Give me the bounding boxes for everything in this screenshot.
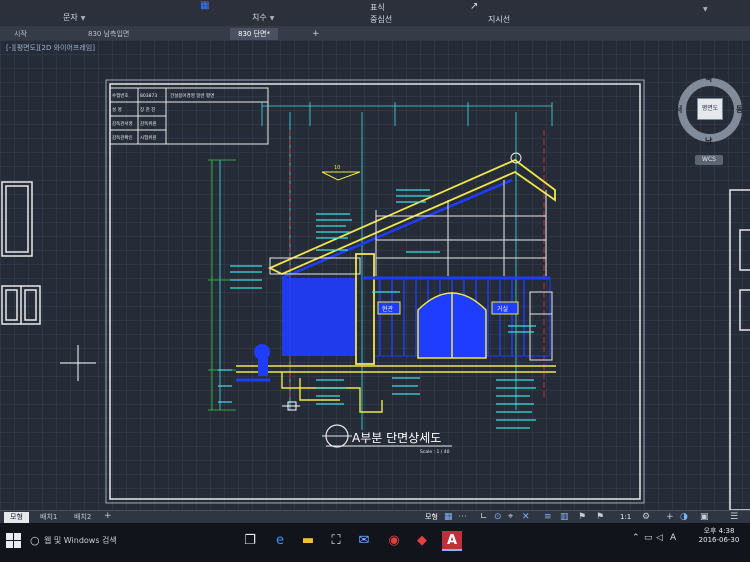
shrub	[254, 344, 270, 376]
ribbon-leader-button[interactable]: 지시선	[488, 14, 510, 25]
document-tab-bar: 시작 830 남측입면 830 단면* +	[0, 26, 750, 40]
new-tab-button[interactable]: +	[312, 28, 320, 40]
annotation-scale-icon[interactable]: ⚑	[596, 511, 604, 523]
edge-browser-icon[interactable]: e	[270, 531, 290, 551]
drawing-sheet: 수험번호 803873 건설용어경영 일반 평면 성 명 장 한 진 감독관서명…	[1, 79, 750, 510]
annotation-visibility-icon[interactable]: ⚑	[578, 511, 586, 523]
ribbon-expand-button[interactable]: ▼	[700, 4, 708, 13]
arched-window	[417, 292, 487, 359]
autocad-window: 문자 ▼ 치수 ▼ 표식 중심선 지시선 ▦ ↗ ▼ 시작 830 남측입면 830…	[0, 0, 750, 562]
add-layout-button[interactable]: +	[104, 511, 112, 521]
title-cell: 장 한 진	[140, 106, 155, 113]
ribbon-dimension-button[interactable]: 치수 ▼	[252, 12, 274, 23]
ribbon-centerline-button[interactable]: 중심선	[370, 14, 392, 25]
drawing-viewport[interactable]: [-][평면도][2D 와이어프레임] 수험번호 803873 건설용어경영 일…	[0, 40, 750, 548]
transparency-icon[interactable]: ▥	[560, 511, 569, 523]
fullscreen-icon[interactable]: ▣	[700, 511, 709, 523]
compass-south[interactable]: 남	[705, 136, 712, 147]
ribbon-text-button[interactable]: 문자 ▼	[63, 12, 85, 23]
file-explorer-icon[interactable]: ▬	[298, 531, 318, 551]
osnap-icon[interactable]: ⌖	[508, 511, 513, 523]
title-cell: 감독위원	[140, 120, 157, 127]
snap-icon[interactable]: ⋯	[458, 511, 467, 523]
ortho-icon[interactable]: ∟	[480, 511, 488, 523]
svg-text:10: 10	[334, 165, 340, 171]
window-block	[1, 285, 41, 325]
tab-model[interactable]: 모형	[4, 512, 29, 523]
annotation-scale[interactable]: 1:1	[620, 512, 631, 523]
network-icon[interactable]: ▭	[644, 533, 653, 543]
taskbar-search-box[interactable]: 웹 및 Windows 검색	[44, 535, 117, 546]
chevron-down-icon: ▼	[703, 6, 708, 13]
viewcube[interactable]: 평면도 북 남 동 서 WCS	[675, 73, 745, 165]
polar-icon[interactable]: ⊙	[494, 511, 502, 523]
windows-taskbar: ○ 웹 및 Windows 검색 ❐ e ▬ ⛶ ✉ ◉ ◆ A ⌃ ▭ ◁ A…	[0, 523, 750, 562]
left-dimension-lines	[208, 159, 236, 411]
plus-icon[interactable]: +	[666, 511, 674, 523]
section-scale-text: Scale : 1 / 40	[420, 449, 450, 455]
ribbon-leader-icon[interactable]: ↗	[470, 1, 478, 12]
clock-date: 2016-06-30	[698, 536, 740, 544]
title-cell: 803873	[140, 93, 157, 99]
chevron-down-icon: ▼	[80, 15, 86, 22]
clock-time: 오후 4:38	[703, 527, 735, 535]
otrack-icon[interactable]: ✕	[522, 511, 530, 523]
section-title: A부분 단면상세도 Scale : 1 / 40	[322, 424, 452, 455]
tab-layout2[interactable]: 배치2	[68, 512, 97, 523]
foundation	[236, 365, 556, 413]
compass-east[interactable]: 동	[736, 104, 743, 115]
store-icon[interactable]: ⛶	[326, 531, 346, 551]
isolate-icon[interactable]: ◑	[680, 511, 688, 523]
windows-start-button[interactable]	[6, 533, 22, 549]
ribbon-mark-button[interactable]: 표식	[370, 2, 385, 13]
title-cell: 시험위원	[140, 134, 157, 141]
viewcube-face[interactable]: 평면도	[697, 98, 723, 120]
wcs-menu-button[interactable]: WCS	[695, 155, 723, 165]
section-title-text: A부분 단면상세도	[352, 431, 441, 445]
volume-icon[interactable]: ◁	[656, 533, 663, 543]
title-cell: 수험번호	[112, 92, 129, 99]
model-space-toggle[interactable]: 모형	[425, 512, 438, 523]
gear-icon[interactable]: ⚙	[642, 511, 650, 523]
customize-icon[interactable]: ☰	[730, 511, 738, 523]
chrome-icon[interactable]: ◉	[384, 531, 404, 551]
right-block	[729, 189, 750, 510]
title-cell: 감독관서명	[112, 120, 133, 127]
title-cell: 건설용어경영 일반 평면	[170, 92, 214, 99]
tab-layout1[interactable]: 배치1	[34, 512, 63, 523]
selection-grip	[282, 401, 300, 411]
chevron-up-icon[interactable]: ⌃	[632, 533, 640, 543]
task-view-icon[interactable]: ❐	[240, 531, 260, 551]
tab-section[interactable]: 830 단면*	[230, 28, 278, 40]
compass-west[interactable]: 서	[675, 104, 682, 115]
ime-indicator[interactable]: A	[670, 533, 676, 543]
title-cell: 성 명	[112, 106, 122, 113]
search-icon[interactable]: ○	[30, 534, 40, 547]
autocad-app-icon[interactable]: ◆	[412, 531, 432, 551]
room-label-entrance: 현관	[382, 305, 394, 313]
tab-start[interactable]: 시작	[6, 28, 35, 40]
tab-south-elevation[interactable]: 830 남측입면	[80, 28, 137, 40]
grid-icon[interactable]: ▦	[444, 511, 453, 523]
center-lines	[289, 130, 545, 400]
dimension-lines	[261, 102, 553, 430]
room-label-living: 거실	[497, 305, 508, 313]
compass-north[interactable]: 북	[705, 73, 712, 84]
title-cell: 감독관확인	[112, 134, 133, 141]
door-block	[1, 181, 33, 257]
status-bar: 모형 배치1 배치2 + 모형 ▦ ⋯ ∟ ⊙ ⌖ ✕ ≡ ▥ ⚑ ⚑ 1:1 …	[0, 510, 750, 523]
level-marker: 10	[321, 165, 361, 181]
lineweight-icon[interactable]: ≡	[544, 511, 552, 523]
mail-icon[interactable]: ✉	[354, 531, 374, 551]
chevron-down-icon: ▼	[269, 15, 275, 22]
autocad-active-icon[interactable]: A	[442, 531, 462, 551]
ribbon-table-icon[interactable]: ▦	[200, 0, 209, 11]
crosshair-cursor	[60, 345, 96, 381]
taskbar-clock[interactable]: 오후 4:38 2016-06-30	[690, 527, 748, 545]
